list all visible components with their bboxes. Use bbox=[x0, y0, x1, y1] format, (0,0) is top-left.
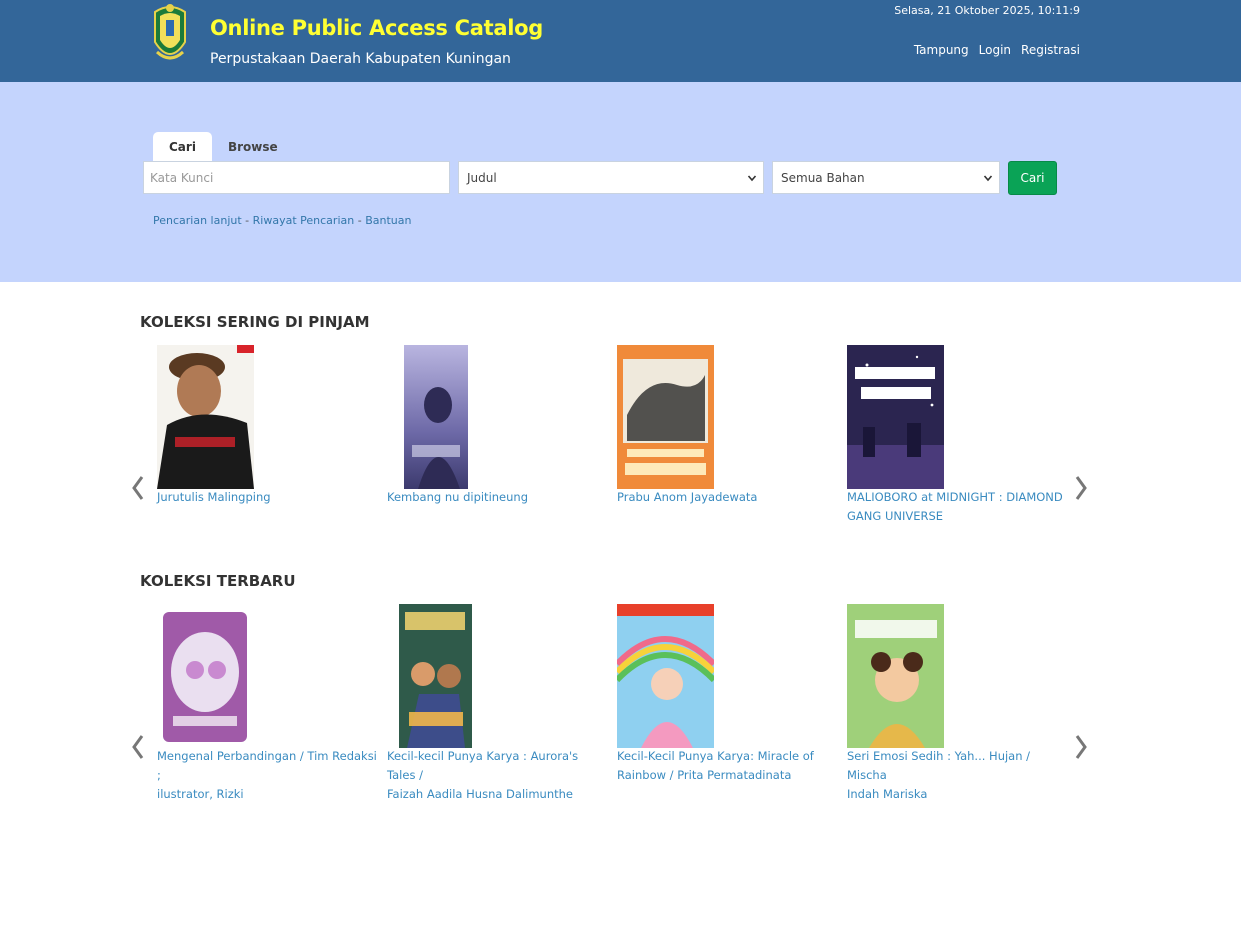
search-field-select[interactable]: Judul bbox=[458, 161, 764, 194]
book-title-link[interactable]: Seri Emosi Sedih : Yah... Hujan / Mischa… bbox=[847, 747, 1067, 804]
link-separator: - bbox=[357, 214, 362, 227]
material-type-value: Semua Bahan bbox=[781, 170, 865, 185]
chevron-down-icon bbox=[983, 174, 993, 181]
book-title-link[interactable]: Jurutulis Malingping bbox=[157, 488, 377, 507]
nav-login-link[interactable]: Login bbox=[979, 43, 1011, 57]
search-history-link[interactable]: Riwayat Pencarian bbox=[253, 214, 355, 227]
site-subtitle: Perpustakaan Daerah Kabupaten Kuningan bbox=[210, 51, 511, 67]
book-title-link[interactable]: Kecil-Kecil Punya Karya: Miracle of Rainb… bbox=[617, 747, 837, 785]
search-field-value: Judul bbox=[467, 170, 497, 185]
site-title: Online Public Access Catalog bbox=[210, 16, 543, 40]
header: Online Public Access Catalog Perpustakaa… bbox=[0, 0, 1241, 82]
tab-cari[interactable]: Cari bbox=[153, 132, 212, 161]
advanced-search-link[interactable]: Pencarian lanjut bbox=[153, 214, 242, 227]
book-title-link[interactable]: Prabu Anom Jayadewata bbox=[617, 488, 837, 507]
search-button[interactable]: Cari bbox=[1008, 161, 1057, 195]
help-link[interactable]: Bantuan bbox=[365, 214, 411, 227]
carousel-next-icon[interactable] bbox=[1071, 473, 1091, 503]
book-cover-image[interactable] bbox=[847, 345, 944, 489]
top-nav: Tampung Login Registrasi bbox=[914, 43, 1080, 57]
book-cover-image[interactable] bbox=[157, 604, 254, 748]
search-tabs: Cari Browse bbox=[153, 132, 294, 161]
chevron-down-icon bbox=[747, 174, 757, 181]
search-panel: Cari Browse Judul Semua Bahan Cari Penca… bbox=[0, 82, 1241, 282]
section-title-popular: KOLEKSI SERING DI PINJAM bbox=[140, 313, 370, 331]
book-cover-image[interactable] bbox=[404, 345, 468, 489]
carousel-prev-icon[interactable] bbox=[128, 473, 148, 503]
book-title-link[interactable]: Kecil-kecil Punya Karya : Aurora's Tales… bbox=[387, 747, 607, 804]
carousel-prev-icon[interactable] bbox=[128, 732, 148, 762]
book-cover-image[interactable] bbox=[617, 604, 714, 748]
book-cover-image[interactable] bbox=[617, 345, 714, 489]
regency-crest-logo bbox=[151, 2, 189, 68]
book-cover-image[interactable] bbox=[847, 604, 944, 748]
book-cover-image[interactable] bbox=[399, 604, 472, 748]
book-title-link[interactable]: Kembang nu dipitineung bbox=[387, 488, 607, 507]
tab-browse[interactable]: Browse bbox=[212, 132, 294, 161]
nav-registrasi-link[interactable]: Registrasi bbox=[1021, 43, 1080, 57]
material-type-select[interactable]: Semua Bahan bbox=[772, 161, 1000, 194]
popular-carousel: Jurutulis Malingping Kembang nu dipitine… bbox=[0, 345, 1241, 545]
search-form: Judul Semua Bahan Cari bbox=[143, 161, 1057, 195]
link-separator: - bbox=[245, 214, 250, 227]
carousel-next-icon[interactable] bbox=[1071, 732, 1091, 762]
book-title-link[interactable]: MALIOBORO at MIDNIGHT : DIAMOND GANG UNIV… bbox=[847, 488, 1067, 526]
current-datetime: Selasa, 21 Oktober 2025, 10:11:9 bbox=[894, 4, 1080, 17]
book-title-link[interactable]: Mengenal Perbandingan / Tim Redaksi ; ilu… bbox=[157, 747, 377, 804]
keyword-input[interactable] bbox=[143, 161, 450, 194]
search-links: Pencarian lanjut - Riwayat Pencarian - B… bbox=[153, 214, 411, 227]
section-title-newest: KOLEKSI TERBARU bbox=[140, 572, 296, 590]
nav-tampung-link[interactable]: Tampung bbox=[914, 43, 969, 57]
book-cover-image[interactable] bbox=[157, 345, 254, 489]
newest-carousel: Mengenal Perbandingan / Tim Redaksi ; ilu… bbox=[0, 604, 1241, 804]
